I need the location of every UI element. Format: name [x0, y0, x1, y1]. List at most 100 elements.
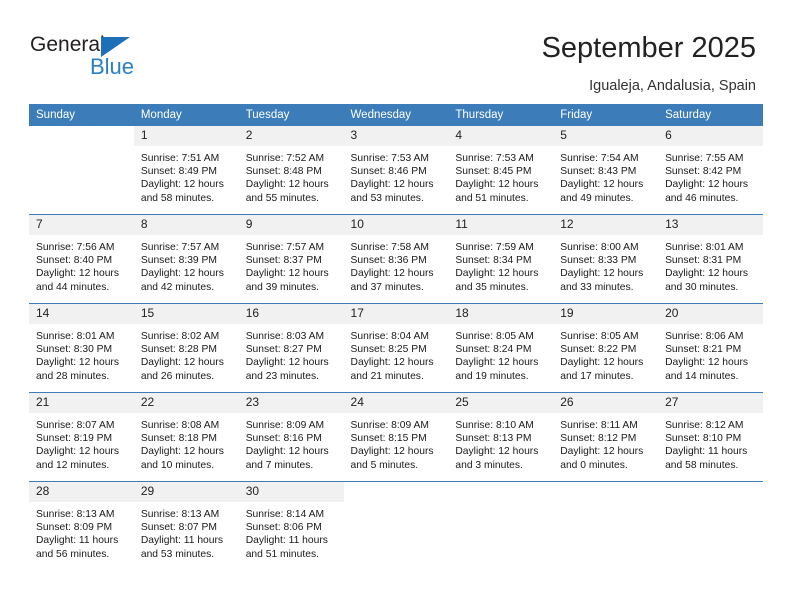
sunrise-text: Sunrise: 8:00 AM	[560, 242, 639, 253]
daylight-text-line2: and 39 minutes.	[245, 281, 319, 293]
sunset-text: Sunset: 8:39 PM	[140, 255, 217, 267]
sunset-text: Sunset: 8:28 PM	[140, 344, 217, 356]
sunset-text: Sunset: 8:43 PM	[560, 166, 637, 178]
day-number: 12	[553, 215, 659, 235]
day-sun-info: Sunrise: 7:56 AM Sunset: 8:40 PM Daylight:…	[29, 235, 134, 294]
sunset-text: Sunset: 8:36 PM	[350, 255, 427, 267]
day-number: 1	[133, 126, 239, 146]
daylight-text-line2: and 10 minutes.	[140, 459, 215, 471]
calendar-day-cell[interactable]: 24 Sunrise: 8:09 AM Sunset: 8:15 PM Dayligh…	[343, 392, 449, 482]
calendar-day-cell[interactable]: 10 Sunrise: 7:58 AM Sunset: 8:36 PM Dayligh…	[343, 214, 449, 304]
calendar-day-cell[interactable]: 20 Sunrise: 8:06 AM Sunset: 8:21 PM Dayligh…	[658, 303, 763, 393]
daylight-text-line2: and 53 minutes.	[140, 548, 215, 560]
calendar-day-cell[interactable]: 8 Sunrise: 7:57 AM Sunset: 8:39 PM Daylight…	[133, 214, 239, 304]
day-sun-info: Sunrise: 7:59 AM Sunset: 8:34 PM Daylight:…	[448, 235, 553, 294]
sunset-text: Sunset: 8:48 PM	[245, 166, 322, 178]
daylight-text-line2: and 0 minutes.	[560, 459, 628, 471]
calendar-day-cell[interactable]: 22 Sunrise: 8:08 AM Sunset: 8:18 PM Dayligh…	[133, 392, 239, 482]
sunset-text: Sunset: 8:07 PM	[140, 522, 217, 534]
calendar-day-cell[interactable]: 2 Sunrise: 7:52 AM Sunset: 8:48 PM Daylight…	[238, 126, 344, 215]
daylight-text-line2: and 7 minutes.	[245, 459, 314, 471]
calendar-week-row: 14 Sunrise: 8:01 AM Sunset: 8:30 PM Dayligh…	[29, 303, 763, 393]
calendar-day-cell[interactable]: 28 Sunrise: 8:13 AM Sunset: 8:09 PM Dayligh…	[29, 481, 134, 570]
calendar-day-cell[interactable]: 26 Sunrise: 8:11 AM Sunset: 8:12 PM Dayligh…	[553, 392, 659, 482]
calendar-week-row: 28 Sunrise: 8:13 AM Sunset: 8:09 PM Dayligh…	[29, 481, 763, 570]
daylight-text-line2: and 49 minutes.	[560, 192, 634, 204]
calendar-day-cell[interactable]: 13 Sunrise: 8:01 AM Sunset: 8:31 PM Dayligh…	[658, 214, 763, 304]
daylight-text-line1: Daylight: 12 hours	[560, 446, 644, 458]
sunset-text: Sunset: 8:30 PM	[36, 344, 113, 356]
calendar-day-cell[interactable]: 11 Sunrise: 7:59 AM Sunset: 8:34 PM Dayligh…	[448, 214, 554, 304]
day-sun-info: Sunrise: 8:05 AM Sunset: 8:24 PM Daylight:…	[448, 324, 553, 383]
day-number: 5	[553, 126, 659, 146]
day-sun-info: Sunrise: 8:09 AM Sunset: 8:16 PM Daylight:…	[239, 413, 344, 472]
sunrise-text: Sunrise: 8:09 AM	[350, 420, 429, 431]
calendar-day-cell[interactable]: 15 Sunrise: 8:02 AM Sunset: 8:28 PM Dayligh…	[133, 303, 239, 393]
sunset-text: Sunset: 8:16 PM	[245, 433, 322, 445]
calendar-day-cell[interactable]: 3 Sunrise: 7:53 AM Sunset: 8:46 PM Daylight…	[343, 126, 449, 215]
day-number: 7	[29, 215, 134, 235]
calendar-body: 1 Sunrise: 7:51 AM Sunset: 8:49 PM Daylight…	[29, 126, 763, 570]
calendar-day-cell[interactable]: 12 Sunrise: 8:00 AM Sunset: 8:33 PM Dayligh…	[553, 214, 659, 304]
day-number: 4	[448, 126, 554, 146]
sunset-text: Sunset: 8:34 PM	[455, 255, 532, 267]
day-number: 30	[238, 482, 344, 502]
sunrise-text: Sunrise: 8:05 AM	[455, 331, 534, 342]
calendar-day-cell[interactable]: 14 Sunrise: 8:01 AM Sunset: 8:30 PM Dayligh…	[29, 303, 134, 393]
day-number: 26	[553, 393, 659, 413]
calendar-day-cell[interactable]: 9 Sunrise: 7:57 AM Sunset: 8:37 PM Daylight…	[238, 214, 344, 304]
sunrise-text: Sunrise: 8:05 AM	[560, 331, 639, 342]
calendar-day-cell[interactable]: 21 Sunrise: 8:07 AM Sunset: 8:19 PM Dayligh…	[29, 392, 134, 482]
day-sun-info: Sunrise: 8:01 AM Sunset: 8:30 PM Daylight:…	[29, 324, 134, 383]
calendar-day-cell[interactable]: 25 Sunrise: 8:10 AM Sunset: 8:13 PM Dayligh…	[448, 392, 554, 482]
day-sun-info: Sunrise: 7:53 AM Sunset: 8:45 PM Daylight:…	[448, 146, 553, 205]
sunset-text: Sunset: 8:09 PM	[36, 522, 113, 534]
calendar-header-row: Sunday Monday Tuesday Wednesday Thursday…	[29, 104, 763, 126]
day-sun-info: Sunrise: 7:57 AM Sunset: 8:37 PM Daylight:…	[239, 235, 344, 294]
calendar-day-cell[interactable]: 19 Sunrise: 8:05 AM Sunset: 8:22 PM Dayligh…	[553, 303, 659, 393]
daylight-text-line2: and 30 minutes.	[665, 281, 739, 293]
calendar-day-cell[interactable]: 23 Sunrise: 8:09 AM Sunset: 8:16 PM Dayligh…	[238, 392, 344, 482]
daylight-text-line2: and 14 minutes.	[665, 370, 739, 382]
sunset-text: Sunset: 8:12 PM	[560, 433, 637, 445]
daylight-text-line2: and 58 minutes.	[140, 192, 215, 204]
calendar-day-cell[interactable]: 16 Sunrise: 8:03 AM Sunset: 8:27 PM Dayligh…	[238, 303, 344, 393]
day-sun-info: Sunrise: 7:52 AM Sunset: 8:48 PM Daylight:…	[239, 146, 344, 205]
day-sun-info: Sunrise: 7:51 AM Sunset: 8:49 PM Daylight:…	[134, 146, 239, 205]
weekday-header-thursday: Thursday	[448, 104, 554, 126]
daylight-text-line1: Daylight: 11 hours	[665, 446, 748, 458]
calendar-day-cell[interactable]: 27 Sunrise: 8:12 AM Sunset: 8:10 PM Dayligh…	[658, 392, 763, 482]
daylight-text-line1: Daylight: 12 hours	[140, 446, 224, 458]
daylight-text-line1: Daylight: 12 hours	[455, 179, 539, 191]
daylight-text-line2: and 12 minutes.	[36, 459, 110, 471]
calendar-day-cell[interactable]: 4 Sunrise: 7:53 AM Sunset: 8:45 PM Daylight…	[448, 126, 554, 215]
sunset-text: Sunset: 8:49 PM	[140, 166, 217, 178]
sunset-text: Sunset: 8:27 PM	[245, 344, 322, 356]
sunrise-text: Sunrise: 8:01 AM	[665, 242, 744, 253]
sunrise-text: Sunrise: 7:57 AM	[245, 242, 325, 253]
brand-logo[interactable]: General Blue	[30, 33, 210, 85]
sunrise-text: Sunrise: 8:14 AM	[245, 509, 325, 520]
calendar-day-cell[interactable]: 17 Sunrise: 8:04 AM Sunset: 8:25 PM Dayligh…	[343, 303, 449, 393]
daylight-text-line2: and 3 minutes.	[455, 459, 523, 471]
daylight-text-line1: Daylight: 12 hours	[245, 268, 329, 280]
daylight-text-line1: Daylight: 12 hours	[245, 357, 329, 369]
daylight-text-line1: Daylight: 11 hours	[140, 535, 224, 547]
calendar-day-cell[interactable]: 18 Sunrise: 8:05 AM Sunset: 8:24 PM Dayligh…	[448, 303, 554, 393]
daylight-text-line2: and 33 minutes.	[560, 281, 634, 293]
daylight-text-line1: Daylight: 12 hours	[560, 357, 644, 369]
calendar-day-cell[interactable]: 30 Sunrise: 8:14 AM Sunset: 8:06 PM Dayligh…	[238, 481, 344, 570]
calendar-day-cell[interactable]: 5 Sunrise: 7:54 AM Sunset: 8:43 PM Daylight…	[553, 126, 659, 215]
calendar-day-cell[interactable]: 7 Sunrise: 7:56 AM Sunset: 8:40 PM Daylight…	[29, 214, 134, 304]
day-sun-info: Sunrise: 8:13 AM Sunset: 8:07 PM Daylight:…	[134, 502, 239, 561]
sunset-text: Sunset: 8:45 PM	[455, 166, 532, 178]
day-sun-info: Sunrise: 7:54 AM Sunset: 8:43 PM Daylight:…	[553, 146, 658, 205]
calendar-day-cell[interactable]: 29 Sunrise: 8:13 AM Sunset: 8:07 PM Dayligh…	[133, 481, 239, 570]
sunrise-text: Sunrise: 8:07 AM	[36, 420, 115, 431]
daylight-text-line1: Daylight: 12 hours	[350, 179, 434, 191]
calendar-day-cell[interactable]: 6 Sunrise: 7:55 AM Sunset: 8:42 PM Daylight…	[658, 126, 763, 215]
sunrise-text: Sunrise: 8:03 AM	[245, 331, 325, 342]
daylight-text-line2: and 23 minutes.	[245, 370, 319, 382]
calendar-day-cell[interactable]: 1 Sunrise: 7:51 AM Sunset: 8:49 PM Daylight…	[133, 126, 239, 215]
calendar-day-cell-empty	[343, 481, 449, 570]
